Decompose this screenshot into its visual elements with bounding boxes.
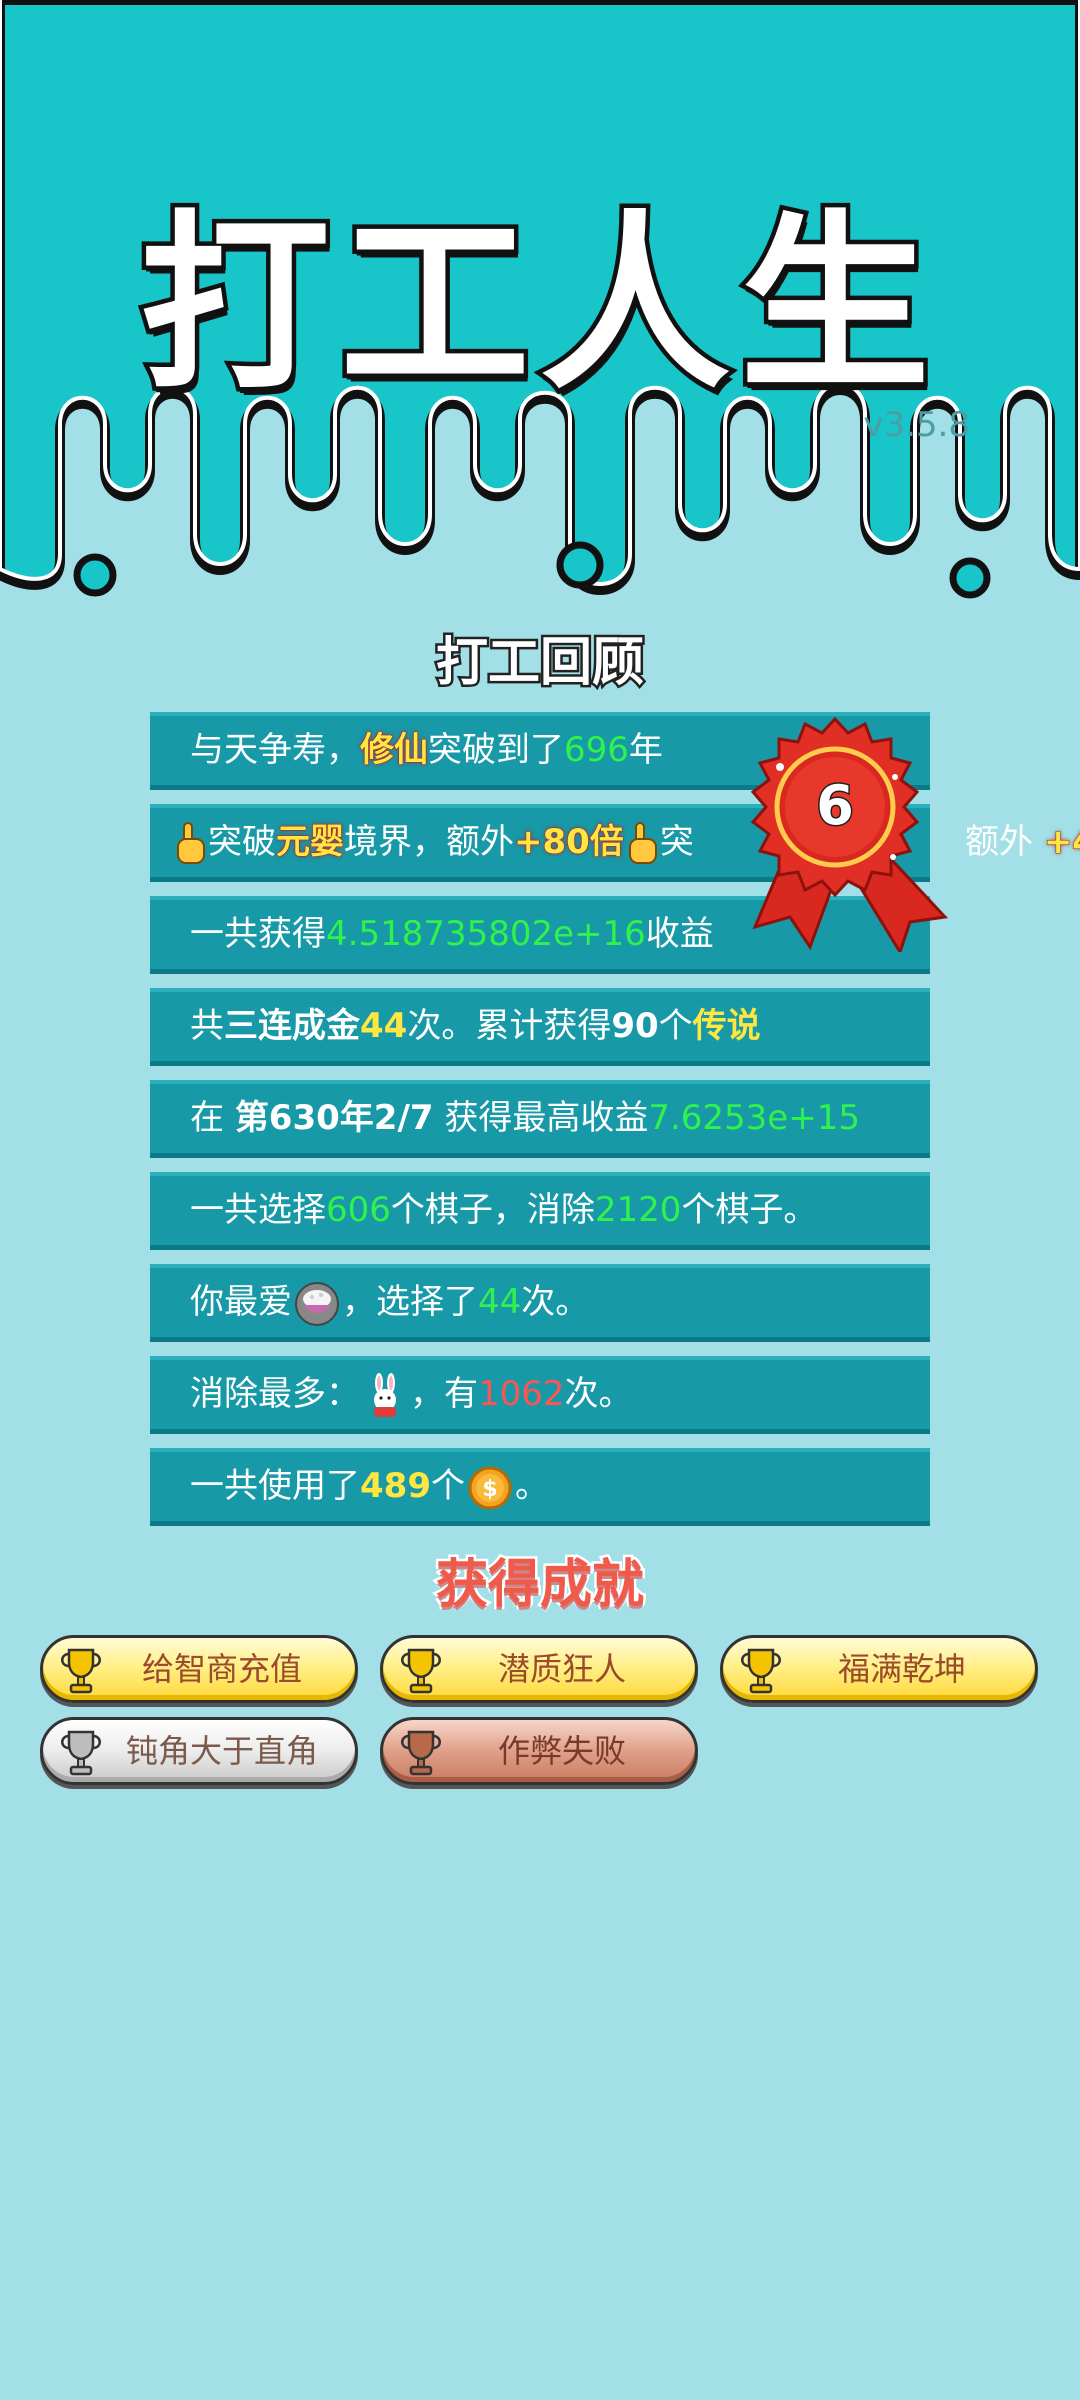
achievement-badge[interactable]: 福满乾坤 xyxy=(720,1635,1038,1703)
svg-text:$: $ xyxy=(482,1477,497,1502)
game-title: 打工人生 xyxy=(135,190,940,420)
achievement-badge[interactable]: 潜质狂人 xyxy=(380,1635,698,1703)
overflow-text: 额外 +4 xyxy=(965,822,1080,863)
stat-row-coins-used: 一共使用了489个 $ 。 xyxy=(150,1448,930,1526)
stat-row-max-income: 在 第630年2/7 获得最高收益7.6253e+15 xyxy=(150,1080,930,1158)
stat-row-most-eliminated: 消除最多： ，有1062次。 xyxy=(150,1356,930,1434)
rabbit-icon xyxy=(362,1372,408,1419)
achievement-badge[interactable]: 给智商充值 xyxy=(40,1635,358,1703)
trophy-icon xyxy=(397,1728,445,1778)
version-label: v3.5.8 xyxy=(863,405,970,445)
achievement-label: 钝角大于直角 xyxy=(125,1732,318,1770)
medal-number: 6 xyxy=(816,774,854,837)
trophy-icon xyxy=(397,1646,445,1696)
pointing-hand-icon xyxy=(624,821,660,867)
achievements-title: 获得成就 xyxy=(433,1553,646,1618)
achievement-label: 潜质狂人 xyxy=(497,1650,626,1688)
rank-medal-icon: 6 xyxy=(750,716,949,952)
pointing-hand-icon xyxy=(172,821,208,867)
rice-bowl-icon xyxy=(294,1281,340,1327)
achievement-badge[interactable]: 作弊失败 xyxy=(380,1717,698,1785)
achievement-label: 福满乾坤 xyxy=(837,1650,966,1688)
stat-row-favorite: 你最爱 ，选择了44次。 xyxy=(150,1264,930,1342)
stat-row-pieces: 一共选择606个棋子，消除2120个棋子。 xyxy=(150,1172,930,1250)
trophy-icon xyxy=(737,1646,785,1696)
stat-row-triple-gold: 共三连成金44次。累计获得90个传说 xyxy=(150,988,930,1066)
trophy-icon xyxy=(57,1728,105,1778)
trophy-icon xyxy=(57,1646,105,1696)
achievement-badge[interactable]: 钝角大于直角 xyxy=(40,1717,358,1785)
review-title: 打工回顾 xyxy=(433,631,646,696)
achievement-label: 给智商充值 xyxy=(141,1650,302,1688)
coin-icon: $ xyxy=(467,1465,513,1511)
achievement-label: 作弊失败 xyxy=(497,1732,626,1770)
